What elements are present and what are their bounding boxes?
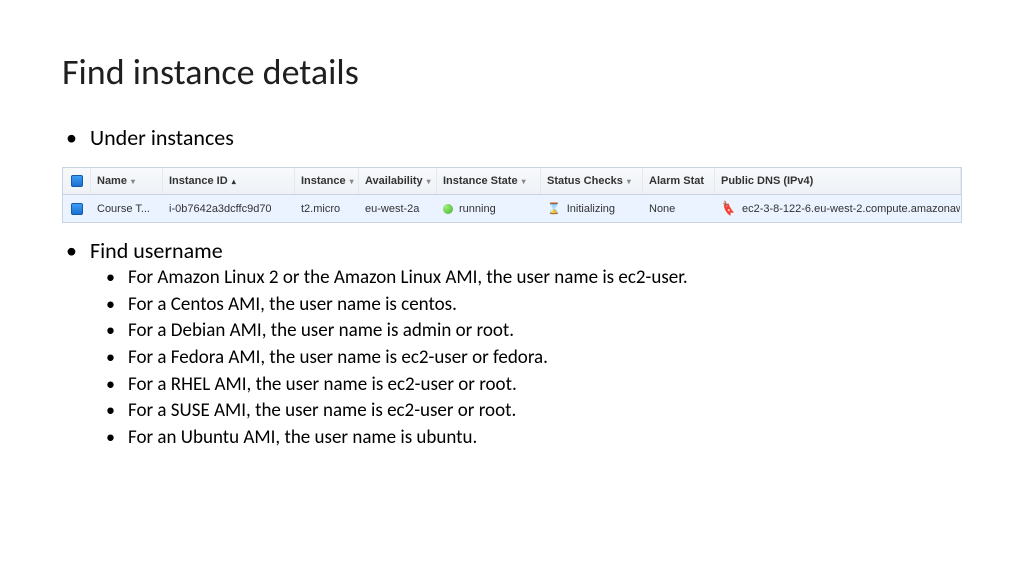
header-checkbox-cell[interactable] [63, 168, 91, 194]
header-name[interactable]: Name ▾ [91, 168, 163, 194]
cell-public-dns: 🔖 ec2-3-8-122-6.eu-west-2.compute.amazona… [715, 195, 961, 222]
slide-title: Find instance details [62, 50, 962, 94]
bullet-find-username-label: Find username [90, 237, 223, 264]
bullet-ami-suse: For a SUSE AMI, the user name is ec2-use… [128, 399, 962, 424]
header-availability-label: Availability [365, 175, 423, 187]
header-availability[interactable]: Availability ▾ [359, 168, 437, 194]
header-name-label: Name [97, 175, 127, 187]
sort-icon: ▾ [427, 177, 431, 186]
sort-icon: ▾ [131, 177, 135, 186]
cell-instance-type: t2.micro [295, 195, 359, 222]
header-alarm-stat-label: Alarm Stat [649, 175, 704, 187]
bullet-ami-centos: For a Centos AMI, the user name is cento… [128, 293, 962, 318]
header-public-dns-label: Public DNS (IPv4) [721, 175, 813, 187]
cell-instance-state-label: running [459, 203, 496, 215]
header-instance-state[interactable]: Instance State ▾ [437, 168, 541, 194]
table-row[interactable]: Course T... i-0b7642a3dcffc9d70 t2.micro… [63, 195, 961, 222]
cell-instance-id: i-0b7642a3dcffc9d70 [163, 195, 295, 222]
status-running-icon [443, 204, 453, 214]
cell-status-checks: ⌛ Initializing [541, 195, 643, 222]
bullet-ami-amazon-linux: For Amazon Linux 2 or the Amazon Linux A… [128, 266, 962, 291]
checkbox-icon[interactable] [71, 203, 83, 215]
cell-name: Course T... [91, 195, 163, 222]
header-instance-id-label: Instance ID [169, 175, 228, 187]
checkbox-icon[interactable] [71, 175, 83, 187]
sort-asc-icon: ▴ [232, 177, 236, 186]
header-status-checks[interactable]: Status Checks ▾ [541, 168, 643, 194]
header-instance-state-label: Instance State [443, 175, 518, 187]
bullet-ami-fedora: For a Fedora AMI, the user name is ec2-u… [128, 346, 962, 371]
tag-icon: 🔖 [719, 200, 737, 217]
bullet-ami-rhel: For a RHEL AMI, the user name is ec2-use… [128, 373, 962, 398]
cell-instance-state: running [437, 195, 541, 222]
sort-icon: ▾ [522, 177, 526, 186]
table-header-row: Name ▾ Instance ID ▴ Instance ▾ Availabilit… [63, 168, 961, 195]
header-instance-type[interactable]: Instance ▾ [295, 168, 359, 194]
cell-public-dns-label: ec2-3-8-122-6.eu-west-2.compute.amazonaw… [742, 203, 961, 215]
header-status-checks-label: Status Checks [547, 175, 623, 187]
sort-icon: ▾ [627, 177, 631, 186]
header-public-dns[interactable]: Public DNS (IPv4) [715, 168, 961, 194]
sort-icon: ▾ [350, 177, 354, 186]
header-alarm-stat[interactable]: Alarm Stat [643, 168, 715, 194]
bullet-ami-ubuntu: For an Ubuntu AMI, the user name is ubun… [128, 426, 962, 451]
ec2-instances-table: Name ▾ Instance ID ▴ Instance ▾ Availabilit… [62, 167, 962, 223]
bullet-under-instances: Under instances [90, 124, 962, 151]
cell-availability: eu-west-2a [359, 195, 437, 222]
bullet-ami-debian: For a Debian AMI, the user name is admin… [128, 319, 962, 344]
header-instance-type-label: Instance [301, 175, 346, 187]
row-checkbox-cell[interactable] [63, 195, 91, 222]
header-instance-id[interactable]: Instance ID ▴ [163, 168, 295, 194]
cell-alarm-stat: None [643, 195, 715, 222]
bullet-find-username: Find username For Amazon Linux 2 or the … [90, 237, 962, 451]
hourglass-icon: ⌛ [547, 202, 561, 215]
cell-status-checks-label: Initializing [567, 203, 615, 215]
